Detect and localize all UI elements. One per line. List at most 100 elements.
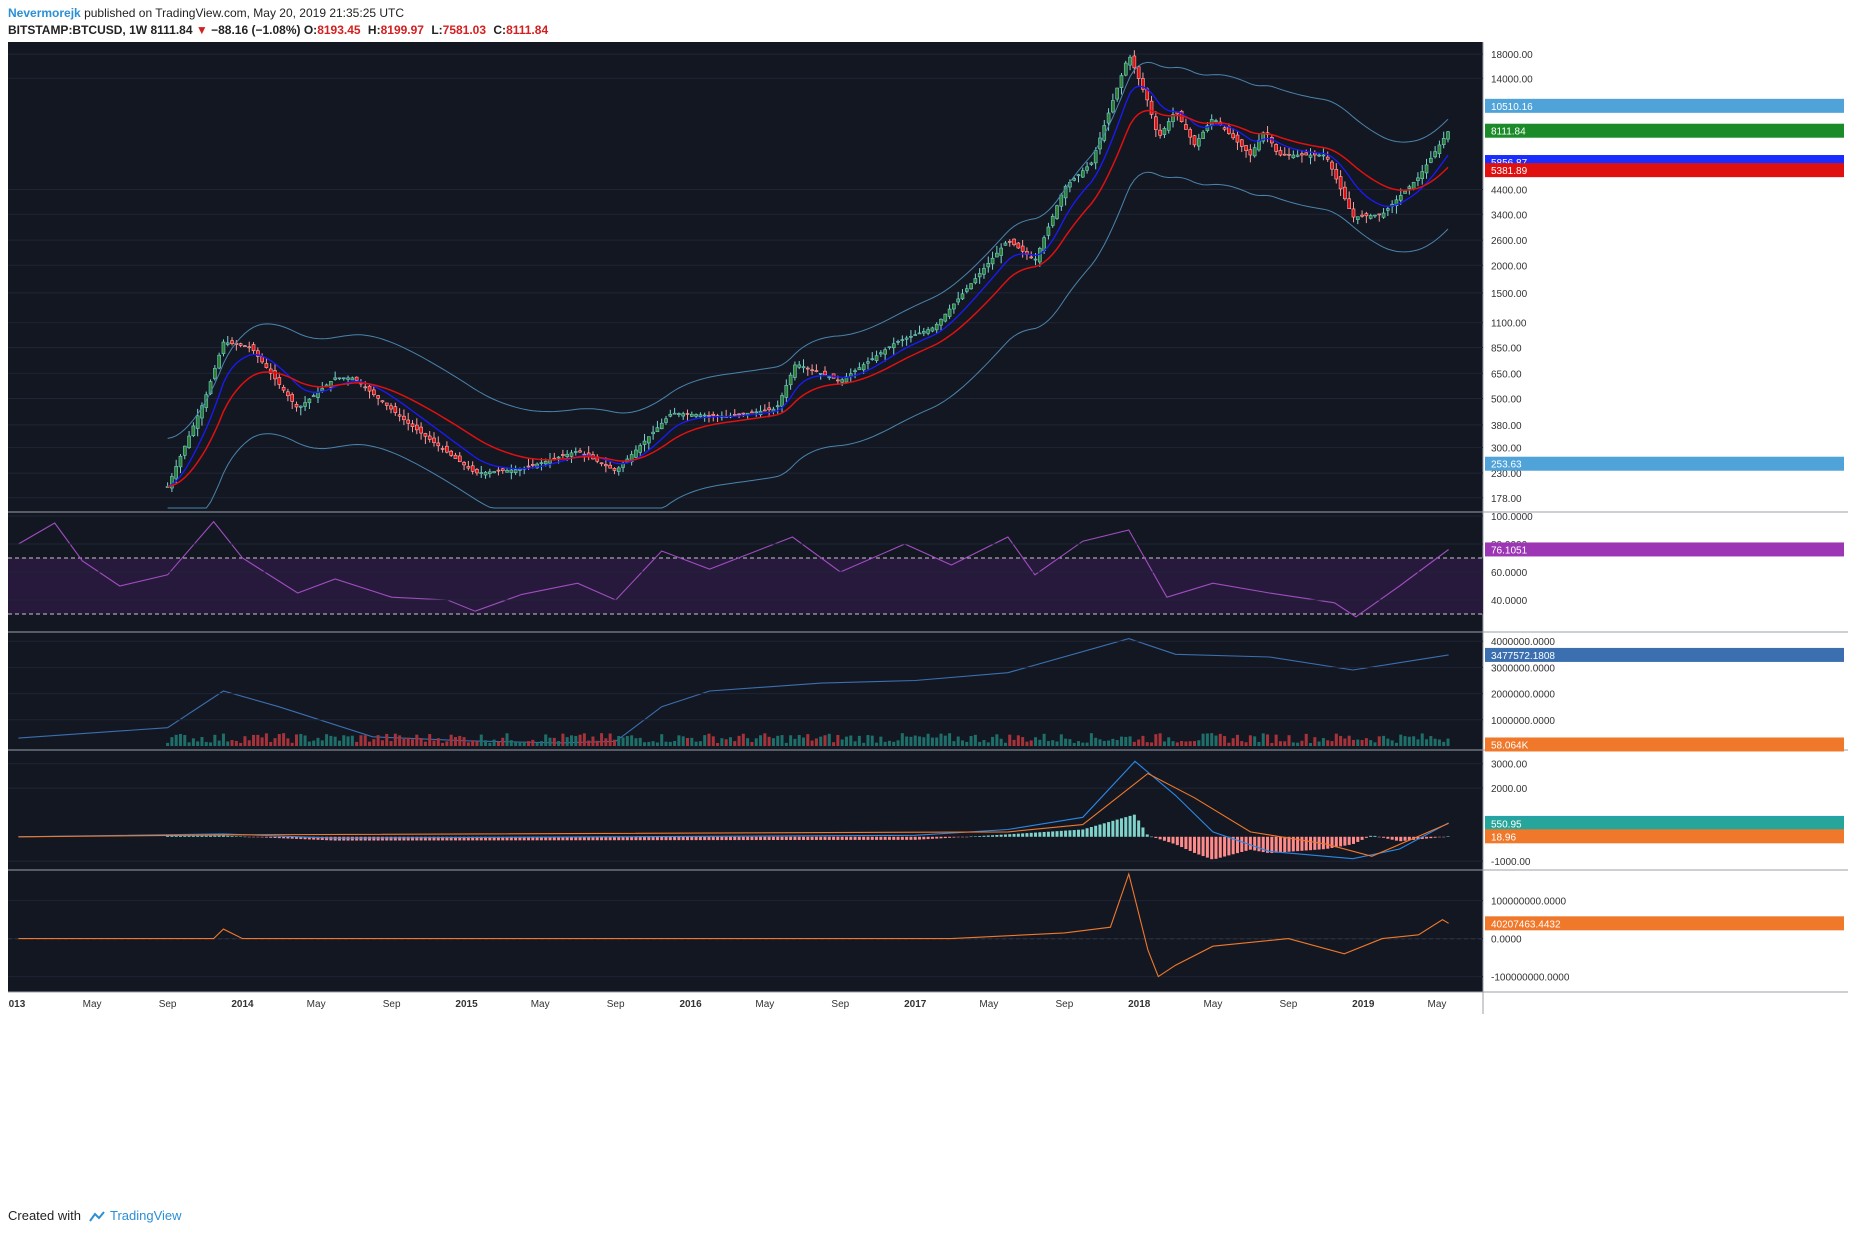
macd-histogram-bar (763, 836, 767, 841)
macd-histogram-bar (1369, 835, 1373, 837)
volume-bar (1296, 742, 1300, 746)
macd-histogram-bar (819, 836, 823, 840)
volume-bar (273, 738, 277, 746)
volume-bar (569, 735, 573, 746)
price-tick-label: 1500.00 (1491, 289, 1528, 300)
macd-histogram-bar (784, 836, 788, 840)
volume-bar (1386, 738, 1390, 746)
volume-bar (1283, 741, 1287, 746)
candle-body (913, 334, 918, 336)
volume-bar (896, 740, 900, 746)
volume-bar (767, 736, 771, 746)
macd-histogram-bar (849, 836, 853, 840)
volume-bar (638, 737, 642, 746)
candle-body (1076, 174, 1081, 177)
pane-tick-label: 4000000.0000 (1491, 637, 1555, 648)
volume-bar (329, 735, 333, 746)
candle-body (1055, 205, 1059, 219)
candle-body (337, 377, 342, 380)
macd-histogram-bar (277, 836, 281, 839)
volume-bar (634, 738, 638, 746)
candle-body (290, 394, 295, 402)
volume-bar (402, 738, 406, 746)
macd-histogram-bar (982, 835, 986, 837)
volume-bar (1223, 736, 1227, 746)
macd-histogram-bar (1193, 836, 1197, 853)
low-value: 7581.03 (442, 23, 487, 37)
volume-bar (393, 733, 397, 746)
macd-histogram-bar (948, 836, 952, 838)
candle-body (380, 400, 385, 403)
volume-bar (935, 737, 939, 746)
volume-bar (1261, 733, 1265, 746)
macd-histogram-bar (372, 836, 376, 841)
volume-bar (1291, 742, 1295, 746)
open-value: 8193.45 (317, 23, 361, 37)
candle-body (1201, 131, 1205, 139)
candle-body (1029, 256, 1034, 259)
volume-bar (1111, 738, 1115, 746)
macd-histogram-bar (204, 835, 208, 837)
volume-bar (574, 735, 578, 746)
macd-histogram-bar (209, 835, 213, 837)
open-label: O: (303, 23, 318, 37)
candle-body (1214, 120, 1218, 122)
candle-body (608, 464, 612, 469)
candle-body (539, 462, 544, 464)
candle-body (565, 453, 569, 457)
macd-histogram-bar (703, 836, 707, 841)
candle-body (1313, 152, 1317, 156)
macd-histogram-bar (1076, 829, 1080, 837)
volume-bar (342, 735, 346, 746)
volume-bar (1334, 733, 1338, 746)
macd-histogram-bar (1399, 836, 1403, 842)
candle-body (887, 346, 892, 349)
candle-body (462, 462, 466, 466)
price-badge-label: 5381.89 (1491, 166, 1528, 177)
macd-histogram-bar (634, 836, 638, 841)
chart-svg[interactable]: 18000.00 14000.00 4400.00 3400.00 2600.00 200… (3, 42, 1848, 1202)
candle-body (264, 363, 269, 368)
volume-bar (1235, 734, 1239, 746)
price-tick-label: 2000.00 (1491, 261, 1528, 272)
candle-body (891, 343, 896, 349)
volume-bar (484, 740, 488, 746)
volume-bar (673, 740, 677, 746)
ohlc-line: BITSTAMP:BTCUSD, 1W 8111.84 ▼ −88.16 (−1… (8, 23, 552, 37)
macd-histogram-bar (1085, 828, 1089, 837)
candle-body (556, 456, 561, 459)
volume-bar (522, 741, 526, 746)
macd-histogram-bar (1446, 836, 1450, 837)
candle-body (947, 308, 952, 317)
candle-body (956, 298, 960, 303)
candle-body (518, 468, 522, 471)
candle-body (1085, 166, 1089, 171)
macd-histogram-bar (823, 836, 827, 840)
macd-histogram-bar (685, 836, 689, 841)
candle-body (406, 419, 411, 424)
author-link[interactable]: Nevermorejk (8, 6, 81, 20)
candle-body (685, 413, 690, 415)
candle-body (1304, 152, 1309, 156)
candle-body (1016, 242, 1021, 249)
macd-histogram-bar (806, 836, 810, 840)
candle-body (1192, 135, 1197, 146)
candle-body (260, 356, 264, 363)
candle-body (354, 376, 359, 381)
macd-histogram-bar (1016, 833, 1020, 837)
macd-histogram-bar (1364, 836, 1368, 838)
tradingview-brand[interactable]: TradingView (110, 1208, 182, 1223)
volume-bar (1034, 737, 1038, 746)
volume-bar (1162, 741, 1166, 746)
macd-histogram-bar (1356, 836, 1360, 842)
volume-bar (1248, 735, 1252, 746)
volume-bar (643, 742, 647, 746)
macd-histogram-bar (698, 836, 702, 841)
volume-bar (948, 733, 952, 746)
volume-bar (771, 738, 775, 746)
volume-bar (1240, 741, 1244, 746)
volume-bar (1124, 736, 1128, 746)
macd-histogram-bar (733, 836, 737, 841)
chart-area[interactable]: 18000.00 14000.00 4400.00 3400.00 2600.00 200… (3, 42, 1848, 1207)
candle-body (483, 471, 488, 476)
